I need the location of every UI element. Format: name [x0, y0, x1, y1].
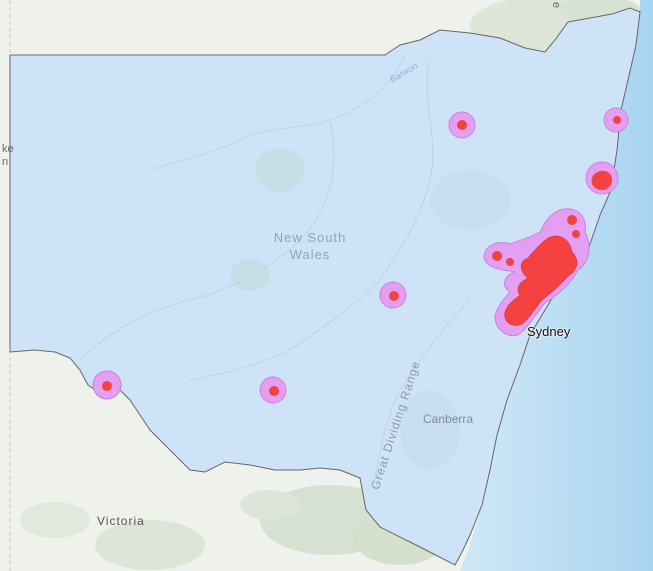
point-marker[interactable] [572, 230, 580, 238]
point-marker[interactable] [613, 116, 621, 124]
state-label-line1: New South [273, 230, 347, 245]
point-marker[interactable] [492, 251, 502, 261]
point-marker[interactable] [269, 386, 279, 396]
point-marker[interactable] [102, 381, 112, 391]
map-canvas [0, 0, 653, 571]
state-label: New South Wales [262, 229, 358, 263]
canberra-label: Canberra [423, 412, 474, 426]
edge-label-top: e [550, 2, 562, 9]
point-marker[interactable] [506, 258, 514, 266]
sydney-label: Sydney [527, 324, 571, 339]
edge-label-left-2: n [2, 156, 9, 168]
point-marker[interactable] [389, 291, 399, 301]
edge-label-left-1: ke [2, 143, 14, 155]
state-label-line2: Wales [289, 247, 331, 262]
victoria-label: Victoria [97, 514, 145, 528]
map-view[interactable]: New South Wales Sydney Canberra Victoria… [0, 0, 653, 571]
point-marker[interactable] [457, 120, 467, 130]
point-marker[interactable] [567, 215, 577, 225]
